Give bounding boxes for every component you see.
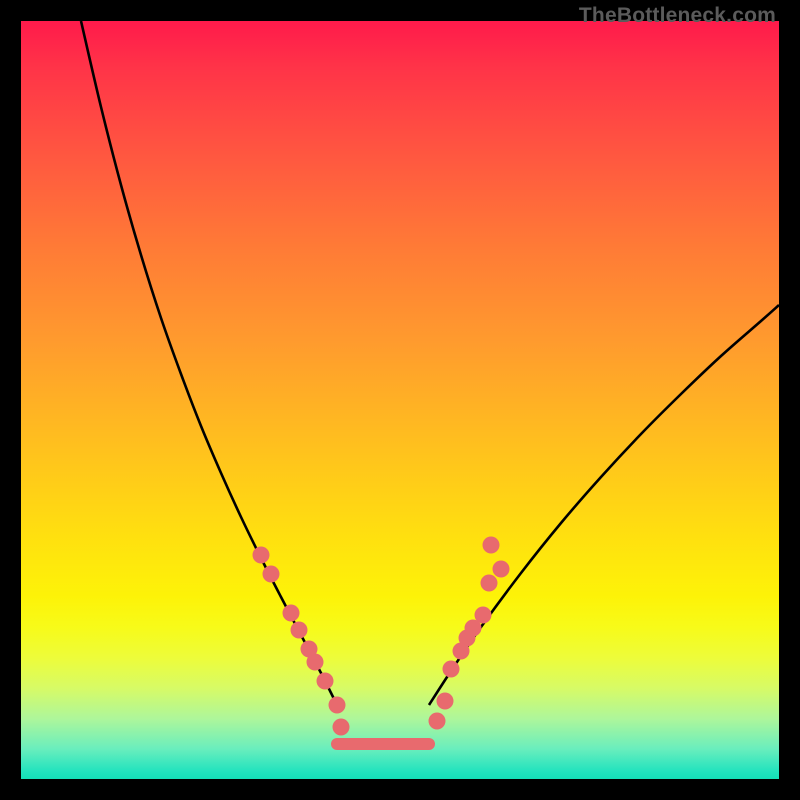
- curve-marker: [333, 719, 350, 736]
- curve-marker: [493, 561, 510, 578]
- curve-marker: [481, 575, 498, 592]
- curve-marker: [253, 547, 270, 564]
- curve-marker: [459, 630, 476, 647]
- curve-marker: [317, 673, 334, 690]
- curve-marker: [483, 537, 500, 554]
- curve-marker: [475, 607, 492, 624]
- curve-marker: [453, 643, 470, 660]
- curve-marker: [291, 622, 308, 639]
- curve-left-branch: [81, 21, 337, 705]
- curve-marker: [443, 661, 460, 678]
- curve-marker: [465, 620, 482, 637]
- curve-marker: [307, 654, 324, 671]
- curve-marker: [429, 713, 446, 730]
- curve-marker: [301, 641, 318, 658]
- chart-frame: TheBottleneck.com: [0, 0, 800, 800]
- curve-marker: [329, 697, 346, 714]
- curve-markers: [253, 537, 510, 736]
- bottleneck-curve: [21, 21, 779, 779]
- plot-area: [21, 21, 779, 779]
- watermark-label: TheBottleneck.com: [579, 4, 776, 28]
- curve-marker: [283, 605, 300, 622]
- curve-marker: [437, 693, 454, 710]
- curve-right-branch: [429, 305, 779, 705]
- curve-marker: [263, 566, 280, 583]
